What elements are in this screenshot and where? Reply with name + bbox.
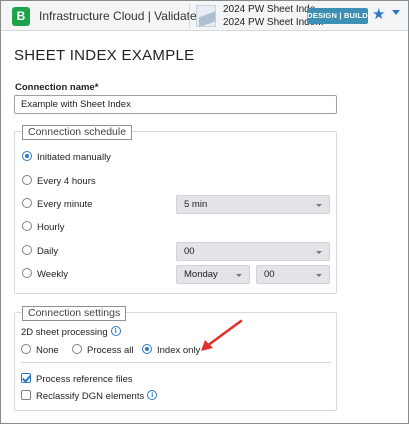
connection-name-label: Connection name* (15, 82, 99, 93)
chevron-down-icon (316, 274, 322, 277)
info-icon[interactable]: i (147, 390, 158, 401)
checkbox[interactable] (21, 373, 31, 384)
sheet-option-index-only[interactable]: Index only (142, 344, 201, 359)
select-value: Monday (184, 269, 218, 280)
app-logo-icon[interactable]: B (12, 7, 30, 26)
sheet-processing-label-text: 2D sheet processing (21, 327, 108, 338)
app-header: B Infrastructure Cloud | Validate 2024 P… (1, 1, 408, 31)
checkbox[interactable] (21, 390, 31, 401)
sheet-option-label: None (36, 345, 59, 356)
connection-name-input[interactable] (14, 95, 337, 114)
schedule-option-weekly[interactable]: Weekly (22, 268, 68, 283)
schedule-option-hourly[interactable]: Hourly (22, 221, 65, 236)
process-reference-files-option[interactable]: Process reference files (21, 373, 133, 388)
radio-button[interactable] (142, 344, 152, 355)
chevron-down-icon (316, 251, 322, 254)
schedule-option-initiated-manually[interactable]: Initiated manually (22, 151, 111, 166)
app-title: Infrastructure Cloud | Validate (39, 9, 197, 23)
radio-button[interactable] (22, 245, 32, 256)
checkbox-label: Process reference files (36, 374, 133, 385)
connection-settings-title: Connection settings (22, 306, 127, 321)
radio-button[interactable] (22, 151, 32, 162)
settings-divider (21, 362, 331, 363)
chevron-down-icon (316, 204, 322, 207)
sheet-option-label: Index only (157, 345, 201, 356)
caret-down-icon[interactable] (392, 10, 400, 15)
radio-button[interactable] (21, 344, 31, 355)
radio-button[interactable] (22, 198, 32, 209)
schedule-option-label: Every minute (37, 199, 93, 210)
checkbox-label: Reclassify DGN elements (36, 391, 145, 402)
every-minute-select[interactable]: 5 min (176, 195, 330, 214)
phase-badge: DESIGN | BUILD (307, 8, 368, 24)
sheet-option-label: Process all (87, 345, 134, 356)
schedule-option-label: Initiated manually (37, 152, 111, 163)
weekly-day-select[interactable]: Monday (176, 265, 250, 284)
select-value: 00 (184, 246, 195, 257)
schedule-option-daily[interactable]: Daily (22, 245, 59, 260)
schedule-option-label: Hourly (37, 222, 65, 233)
schedule-option-every-minute[interactable]: Every minute (22, 198, 93, 213)
daily-time-select[interactable]: 00 (176, 242, 330, 261)
reclassify-dgn-option[interactable]: Reclassify DGN elements i (21, 390, 158, 405)
radio-button[interactable] (22, 175, 32, 186)
radio-button[interactable] (22, 221, 32, 232)
header-divider (189, 3, 190, 29)
sheet-processing-label: 2D sheet processing i (21, 326, 121, 338)
sheet-option-process-all[interactable]: Process all (72, 344, 134, 359)
project-thumbnail-icon[interactable] (196, 5, 216, 27)
chevron-down-icon (236, 274, 242, 277)
annotation-arrow-icon (201, 319, 243, 351)
radio-button[interactable] (72, 344, 82, 355)
select-value: 00 (264, 269, 275, 280)
select-value: 5 min (184, 199, 208, 210)
sheet-option-none[interactable]: None (21, 344, 59, 359)
page-title: SHEET INDEX EXAMPLE (14, 47, 195, 64)
weekly-time-select[interactable]: 00 (256, 265, 330, 284)
connection-schedule-title: Connection schedule (22, 125, 133, 140)
schedule-option-label: Every 4 hours (37, 176, 96, 187)
star-icon[interactable]: ★ (372, 6, 385, 24)
info-icon[interactable]: i (110, 326, 121, 337)
schedule-option-label: Weekly (37, 269, 68, 280)
radio-button[interactable] (22, 268, 32, 279)
schedule-option-label: Daily (37, 246, 59, 257)
schedule-option-every-4-hours[interactable]: Every 4 hours (22, 175, 96, 190)
